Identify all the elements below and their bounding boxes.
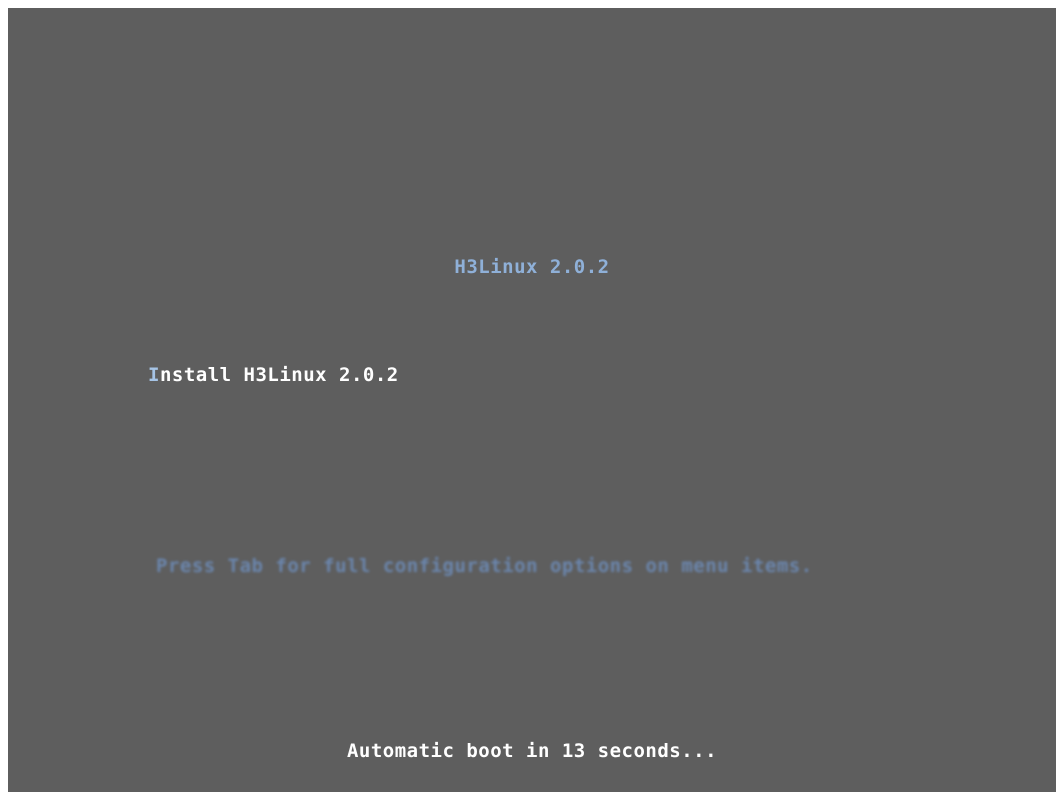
boot-countdown-text: Automatic boot in 13 seconds...	[346, 740, 718, 762]
menu-item-label: nstall H3Linux 2.0.2	[159, 364, 399, 386]
menu-item-hotkey: I	[148, 364, 160, 386]
menu-title: H3Linux 2.0.2	[454, 256, 610, 278]
help-hint-text: Press Tab for full configuration options…	[156, 555, 813, 577]
menu-item-install[interactable]: Install H3Linux 2.0.2	[148, 364, 399, 386]
boot-menu-list: Install H3Linux 2.0.2	[148, 364, 399, 386]
boot-menu-screen: H3Linux 2.0.2 Install H3Linux 2.0.2 Pres…	[8, 8, 1056, 792]
